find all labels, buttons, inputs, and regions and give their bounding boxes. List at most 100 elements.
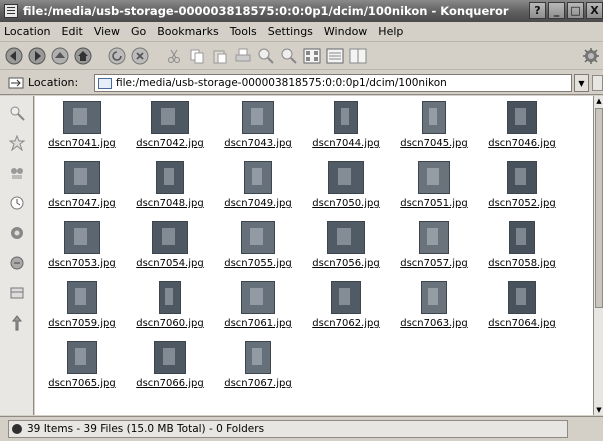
- file-item[interactable]: dscn7048.jpg: [126, 158, 214, 218]
- file-item[interactable]: dscn7053.jpg: [38, 218, 126, 278]
- file-item[interactable]: dscn7050.jpg: [302, 158, 390, 218]
- vertical-scrollbar[interactable]: ▲ ▼: [593, 96, 603, 415]
- title-bar[interactable]: file:/media/usb-storage-000003818575:0:0…: [0, 0, 603, 22]
- image-thumbnail: [507, 161, 537, 194]
- menu-view[interactable]: View: [94, 25, 120, 38]
- file-name: dscn7055.jpg: [224, 258, 292, 269]
- file-item[interactable]: dscn7058.jpg: [478, 218, 566, 278]
- close-button[interactable]: X: [586, 2, 603, 19]
- file-item[interactable]: dscn7054.jpg: [126, 218, 214, 278]
- folder-icon: [98, 77, 112, 89]
- menu-window[interactable]: Window: [324, 25, 367, 38]
- file-item[interactable]: dscn7060.jpg: [126, 278, 214, 338]
- file-item[interactable]: dscn7047.jpg: [38, 158, 126, 218]
- scroll-up-icon[interactable]: ▲: [594, 96, 603, 106]
- file-item[interactable]: dscn7066.jpg: [126, 338, 214, 398]
- image-thumbnail: [508, 281, 536, 314]
- history-icon[interactable]: [6, 192, 28, 214]
- file-item[interactable]: dscn7057.jpg: [390, 218, 478, 278]
- icon-view-icon[interactable]: [302, 46, 322, 66]
- clear-location-icon[interactable]: [8, 77, 24, 89]
- file-item[interactable]: dscn7065.jpg: [38, 338, 126, 398]
- file-name: dscn7046.jpg: [488, 138, 556, 149]
- menu-location[interactable]: Location: [4, 25, 51, 38]
- menu-help[interactable]: Help: [378, 25, 403, 38]
- file-item[interactable]: dscn7049.jpg: [214, 158, 302, 218]
- copy-icon[interactable]: [187, 46, 207, 66]
- zoom-in-icon[interactable]: [256, 46, 276, 66]
- services-icon[interactable]: [6, 252, 28, 274]
- file-item[interactable]: dscn7051.jpg: [390, 158, 478, 218]
- menu-settings[interactable]: Settings: [268, 25, 313, 38]
- detail-view-icon[interactable]: [325, 46, 345, 66]
- file-item[interactable]: dscn7064.jpg: [478, 278, 566, 338]
- root-folder-icon[interactable]: [6, 312, 28, 334]
- location-bar: Location: file:/media/usb-storage-000003…: [0, 71, 603, 95]
- media-icon[interactable]: [6, 282, 28, 304]
- file-item[interactable]: dscn7063.jpg: [390, 278, 478, 338]
- file-item[interactable]: dscn7041.jpg: [38, 98, 126, 158]
- file-item[interactable]: dscn7044.jpg: [302, 98, 390, 158]
- image-thumbnail: [154, 341, 186, 374]
- cut-icon[interactable]: [164, 46, 184, 66]
- forward-icon[interactable]: [27, 46, 47, 66]
- image-thumbnail: [507, 101, 537, 134]
- reload-icon[interactable]: [107, 46, 127, 66]
- search-icon[interactable]: [6, 102, 28, 124]
- file-item[interactable]: dscn7067.jpg: [214, 338, 302, 398]
- menu-bookmarks[interactable]: Bookmarks: [157, 25, 218, 38]
- scroll-down-icon[interactable]: ▼: [594, 405, 603, 415]
- menu-tools[interactable]: Tools: [230, 25, 257, 38]
- image-thumbnail: [64, 161, 100, 194]
- file-name: dscn7063.jpg: [400, 318, 468, 329]
- file-item[interactable]: dscn7045.jpg: [390, 98, 478, 158]
- file-item[interactable]: dscn7056.jpg: [302, 218, 390, 278]
- location-url: file:/media/usb-storage-000003818575:0:0…: [116, 77, 447, 89]
- network-icon[interactable]: [6, 162, 28, 184]
- window-title: file:/media/usb-storage-000003818575:0:0…: [23, 4, 509, 18]
- menu-go[interactable]: Go: [131, 25, 146, 38]
- file-name: dscn7050.jpg: [312, 198, 380, 209]
- file-name: dscn7059.jpg: [48, 318, 116, 329]
- file-item[interactable]: dscn7052.jpg: [478, 158, 566, 218]
- minimize-button[interactable]: _: [548, 2, 565, 19]
- stop-icon[interactable]: [130, 46, 150, 66]
- file-name: dscn7057.jpg: [400, 258, 468, 269]
- image-thumbnail: [67, 341, 97, 374]
- image-thumbnail: [156, 161, 184, 194]
- scrollbar-thumb[interactable]: [595, 108, 603, 308]
- home-folder-icon[interactable]: [6, 222, 28, 244]
- help-button[interactable]: ?: [529, 2, 546, 19]
- navigation-panel: [0, 96, 34, 415]
- file-item[interactable]: dscn7062.jpg: [302, 278, 390, 338]
- bookmarks-icon[interactable]: [6, 132, 28, 154]
- file-item[interactable]: dscn7055.jpg: [214, 218, 302, 278]
- file-name: dscn7052.jpg: [488, 198, 556, 209]
- menu-edit[interactable]: Edit: [62, 25, 83, 38]
- up-icon[interactable]: [50, 46, 70, 66]
- file-icon-view[interactable]: dscn7041.jpg dscn7042.jpg dscn7043.jpg dscn…: [35, 96, 593, 415]
- maximize-button[interactable]: □: [567, 2, 584, 19]
- file-name: dscn7060.jpg: [136, 318, 204, 329]
- go-button[interactable]: [592, 75, 603, 91]
- paste-icon[interactable]: [210, 46, 230, 66]
- window-menu-icon[interactable]: [4, 4, 18, 18]
- main-toolbar: [0, 42, 603, 70]
- window-buttons: ? _ □ X: [529, 2, 603, 19]
- zoom-out-icon[interactable]: [279, 46, 299, 66]
- file-item[interactable]: dscn7059.jpg: [38, 278, 126, 338]
- file-name: dscn7041.jpg: [48, 138, 116, 149]
- file-item[interactable]: dscn7043.jpg: [214, 98, 302, 158]
- print-icon[interactable]: [233, 46, 253, 66]
- multicolumn-view-icon[interactable]: [348, 46, 368, 66]
- file-item[interactable]: dscn7042.jpg: [126, 98, 214, 158]
- file-name: dscn7045.jpg: [400, 138, 468, 149]
- location-input[interactable]: file:/media/usb-storage-000003818575:0:0…: [94, 74, 572, 92]
- file-item[interactable]: dscn7061.jpg: [214, 278, 302, 338]
- file-item[interactable]: dscn7046.jpg: [478, 98, 566, 158]
- back-icon[interactable]: [4, 46, 24, 66]
- location-dropdown-button[interactable]: ▼: [574, 74, 589, 92]
- image-thumbnail: [328, 161, 364, 194]
- home-icon[interactable]: [73, 46, 93, 66]
- location-label: Location:: [28, 76, 79, 89]
